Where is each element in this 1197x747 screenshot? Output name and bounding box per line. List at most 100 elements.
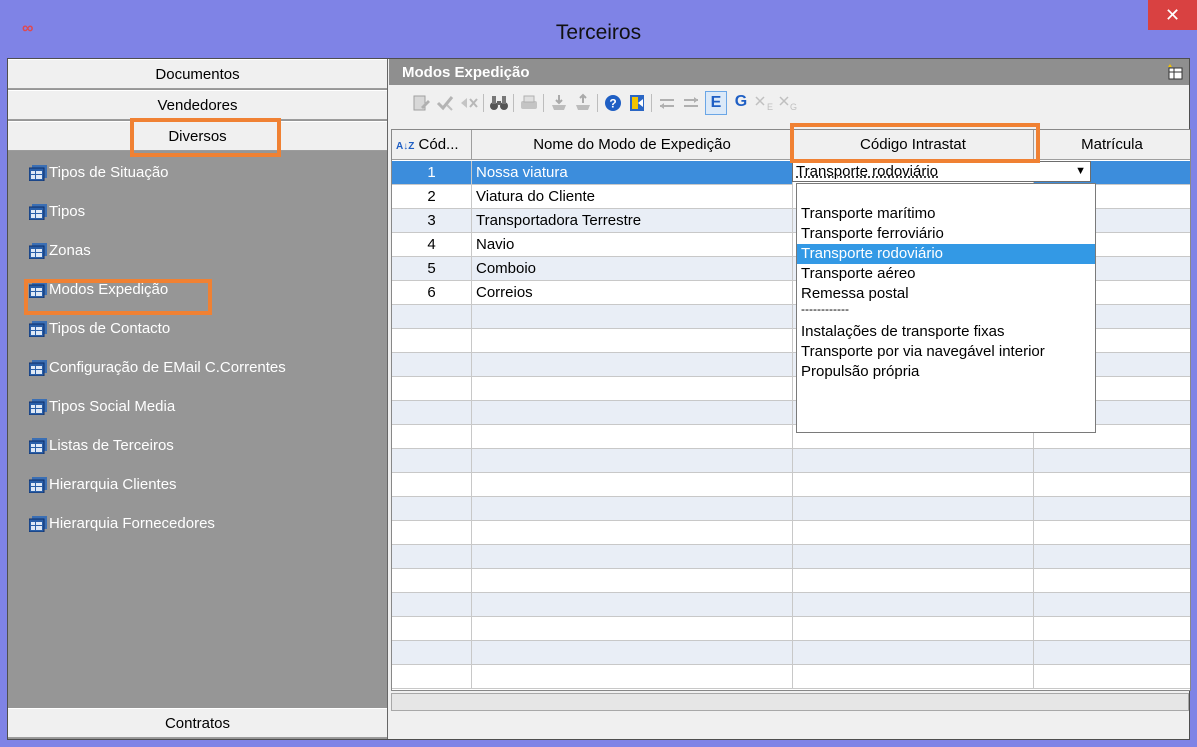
- nav-button-vendedores[interactable]: Vendedores: [8, 90, 387, 120]
- nav-item-zonas[interactable]: Zonas: [8, 237, 387, 265]
- intrastat-dropdown-list: Transporte marítimo Transporte ferroviár…: [796, 183, 1096, 433]
- sort-az-icon: A↓Z: [396, 141, 415, 152]
- content-panel: Modos Expedição ? E G E G A↓Z Cód... Nom…: [389, 59, 1191, 739]
- window-client-area: Documentos Vendedores Diversos Tipos de …: [7, 58, 1191, 740]
- cell-code: 3: [392, 209, 472, 233]
- nav-item-label: Configuração de EMail C.Correntes: [49, 359, 286, 376]
- svg-text:E: E: [767, 102, 773, 112]
- nav-item-tipos-contacto[interactable]: Tipos de Contacto: [8, 315, 387, 343]
- toolbar-separator: [651, 94, 652, 112]
- table-icon: [29, 321, 47, 337]
- column-header-nome[interactable]: Nome do Modo de Expedição: [472, 130, 793, 160]
- nav-item-tipos-social-media[interactable]: Tipos Social Media: [8, 393, 387, 421]
- cell-code: 2: [392, 185, 472, 209]
- panel-title: Modos Expedição: [402, 64, 530, 81]
- cell-code: 5: [392, 257, 472, 281]
- nav-item-tipos[interactable]: Tipos: [8, 198, 387, 226]
- highlight-modos-expedicao: [24, 279, 212, 315]
- left-navigation-panel: Documentos Vendedores Diversos Tipos de …: [8, 59, 388, 739]
- table-icon: [29, 204, 47, 220]
- edit-icon[interactable]: [411, 93, 431, 113]
- cell-name: Correios: [472, 281, 793, 305]
- column-header-label: Cód...: [418, 136, 459, 153]
- dropdown-option[interactable]: Transporte aéreo: [797, 264, 1095, 284]
- toolbar-separator: [597, 94, 598, 112]
- cell-name: Navio: [472, 233, 793, 257]
- delete-icon[interactable]: [459, 93, 479, 113]
- dropdown-option[interactable]: [797, 184, 1095, 204]
- nav-item-tipos-situacao[interactable]: Tipos de Situação: [8, 159, 387, 187]
- close-button[interactable]: ✕: [1148, 0, 1197, 30]
- empty-row: [392, 473, 1190, 497]
- nav-item-label: Hierarquia Fornecedores: [49, 515, 215, 532]
- table-icon: [29, 243, 47, 259]
- table-icon: [29, 399, 47, 415]
- nav-item-hierarquia-fornecedores[interactable]: Hierarquia Fornecedores: [8, 510, 387, 538]
- nav-item-label: Tipos Social Media: [49, 398, 176, 415]
- empty-row: [392, 545, 1190, 569]
- empty-row: [392, 449, 1190, 473]
- toolbar-e-button[interactable]: E: [705, 91, 727, 115]
- cell-name: Comboio: [472, 257, 793, 281]
- intrastat-dropdown[interactable]: Transporte rodoviário ▼: [792, 161, 1091, 182]
- table-icon: [29, 438, 47, 454]
- intrastat-dropdown-value: Transporte rodoviário: [796, 163, 939, 180]
- confirm-icon[interactable]: [435, 93, 455, 113]
- dropdown-option-selected[interactable]: Transporte rodoviário: [797, 244, 1095, 264]
- empty-row: [392, 497, 1190, 521]
- nav-item-label: Zonas: [49, 242, 91, 259]
- cell-code: 6: [392, 281, 472, 305]
- nav-item-label: Tipos de Contacto: [49, 320, 171, 337]
- dropdown-option[interactable]: Transporte marítimo: [797, 204, 1095, 224]
- new-table-icon[interactable]: [1167, 64, 1183, 80]
- dropdown-option[interactable]: Propulsão própria: [797, 362, 1095, 382]
- help-icon[interactable]: ?: [603, 93, 623, 113]
- toolbar-separator: [513, 94, 514, 112]
- remove-g-icon[interactable]: G: [777, 93, 797, 113]
- dropdown-option[interactable]: Remessa postal: [797, 284, 1095, 304]
- move-right-icon[interactable]: [681, 93, 701, 113]
- dropdown-option[interactable]: Transporte ferroviário: [797, 224, 1095, 244]
- exit-icon[interactable]: [627, 93, 647, 113]
- table-icon: [29, 477, 47, 493]
- nav-item-label: Hierarquia Clientes: [49, 476, 177, 493]
- import-icon[interactable]: [549, 93, 569, 113]
- cell-name: Nossa viatura: [472, 161, 793, 185]
- toolbar-g-button[interactable]: G: [731, 91, 751, 113]
- move-left-icon[interactable]: [657, 93, 677, 113]
- dropdown-option[interactable]: Instalações de transporte fixas: [797, 322, 1095, 342]
- nav-item-label: Listas de Terceiros: [49, 437, 174, 454]
- panel-header: Modos Expedição: [389, 59, 1189, 85]
- cell-code: 4: [392, 233, 472, 257]
- cell-name: Viatura do Cliente: [472, 185, 793, 209]
- nav-item-label: Tipos de Situação: [49, 164, 169, 181]
- nav-button-contratos[interactable]: Contratos: [8, 708, 387, 738]
- column-header-codigo[interactable]: A↓Z Cód...: [392, 130, 472, 160]
- svg-text:?: ?: [609, 97, 616, 111]
- horizontal-scrollbar[interactable]: [391, 693, 1189, 711]
- svg-text:G: G: [790, 102, 797, 112]
- column-header-matricula[interactable]: Matrícula: [1034, 130, 1190, 160]
- empty-row: [392, 617, 1190, 641]
- dropdown-option[interactable]: Transporte por via navegável interior: [797, 342, 1095, 362]
- print-icon[interactable]: [519, 93, 539, 113]
- nav-item-config-email[interactable]: Configuração de EMail C.Correntes: [8, 354, 387, 382]
- binoculars-icon[interactable]: [489, 93, 509, 113]
- chevron-down-icon[interactable]: ▼: [1075, 162, 1086, 181]
- nav-item-listas-terceiros[interactable]: Listas de Terceiros: [8, 432, 387, 460]
- empty-row: [392, 521, 1190, 545]
- table-icon: [29, 516, 47, 532]
- table-icon: [29, 165, 47, 181]
- remove-e-icon[interactable]: E: [753, 93, 773, 113]
- empty-row: [392, 569, 1190, 593]
- title-bar: ∞ Terceiros ✕: [0, 0, 1197, 58]
- empty-row: [392, 665, 1190, 689]
- empty-row: [392, 641, 1190, 665]
- nav-item-hierarquia-clientes[interactable]: Hierarquia Clientes: [8, 471, 387, 499]
- table-icon: [29, 360, 47, 376]
- nav-button-documentos[interactable]: Documentos: [8, 59, 387, 89]
- highlight-diversos: [130, 118, 281, 157]
- toolbar-separator: [543, 94, 544, 112]
- export-icon[interactable]: [573, 93, 593, 113]
- toolbar-separator: [483, 94, 484, 112]
